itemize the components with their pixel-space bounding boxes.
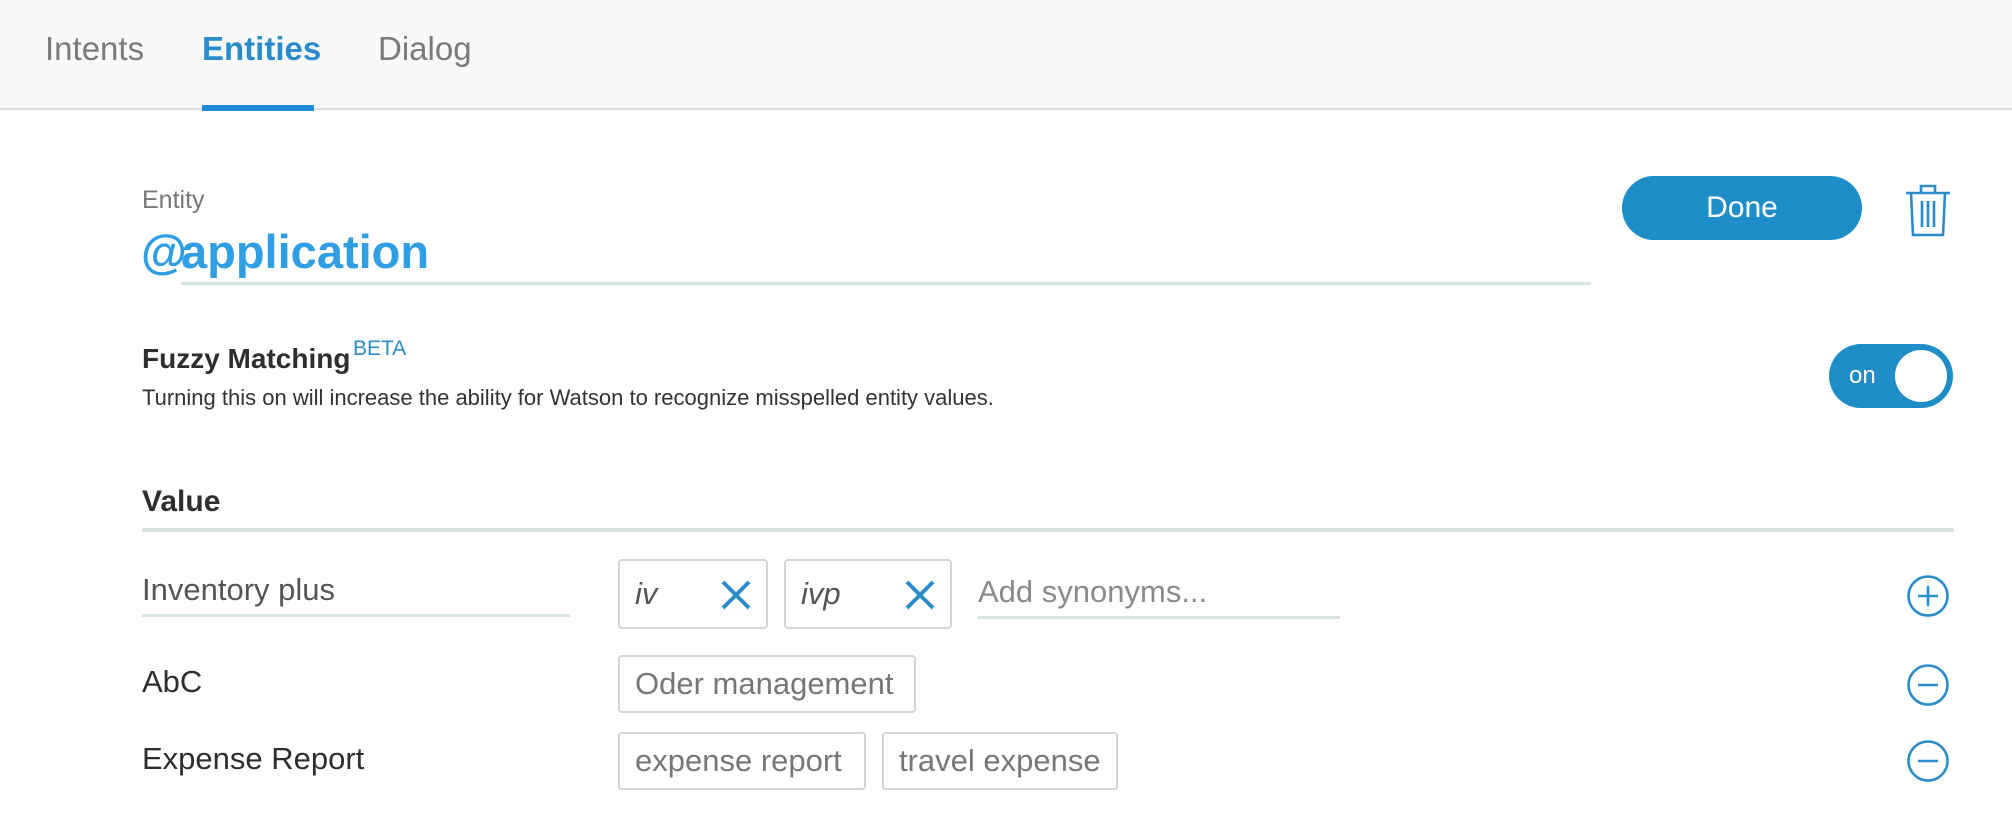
add-value-icon[interactable] [1906,574,1950,618]
synonym-text: ivp [801,576,841,611]
synonym-text: travel expense [899,743,1101,778]
entity-label: Entity [142,186,205,214]
add-synonyms-underline [978,616,1340,619]
tab-entities[interactable]: Entities [202,30,321,68]
entity-at-sign: @ [141,225,187,278]
entity-name-underline [181,282,1591,285]
synonym-text: iv [635,576,658,611]
fuzzy-matching-title: Fuzzy Matching [142,343,351,374]
entity-name-input[interactable]: application [181,224,429,280]
value-name: AbC [142,664,203,699]
synonym-text: Oder management [635,666,894,701]
beta-badge: BETA [353,337,407,360]
synonym-chip: iv [618,559,768,629]
toggle-knob [1895,350,1947,402]
remove-value-icon[interactable] [1906,739,1950,783]
tab-dialog[interactable]: Dialog [378,30,472,68]
synonym-chip: expense report [618,732,866,790]
fuzzy-matching-description: Turning this on will increase the abilit… [142,385,994,410]
synonym-text: expense report [635,743,842,778]
toggle-label: on [1849,362,1876,389]
value-heading: Value [142,485,221,518]
value-name-input[interactable]: Inventory plus [142,572,335,608]
tab-bar: Intents Entities Dialog [0,0,2012,111]
add-synonyms-input[interactable]: Add synonyms... [978,574,1207,610]
remove-synonym-icon[interactable] [719,578,753,612]
remove-value-icon[interactable] [1906,663,1950,707]
synonym-chip: Oder management [618,655,916,713]
active-tab-indicator [202,105,314,111]
remove-synonym-icon[interactable] [903,578,937,612]
done-button[interactable]: Done [1622,176,1862,240]
value-divider [142,528,1954,532]
trash-icon[interactable] [1903,182,1953,238]
tab-intents[interactable]: Intents [45,30,144,68]
fuzzy-matching-toggle[interactable]: on [1829,344,1953,408]
value-input-underline [142,614,570,617]
value-name: Expense Report [142,741,365,776]
synonym-chip: travel expense [882,732,1118,790]
synonym-chip: ivp [784,559,952,629]
